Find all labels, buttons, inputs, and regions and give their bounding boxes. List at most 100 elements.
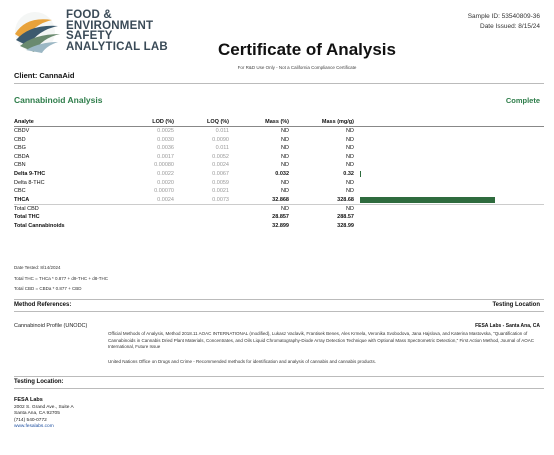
document-title: Certificate of Analysis [218,40,396,59]
sample-id: Sample ID: 53540809-36 [467,13,540,20]
loq-cell: 0.0073 [212,196,229,203]
loq-cell: 0.0024 [212,162,229,169]
mass-mg-cell: ND [346,179,354,186]
table-header: Analyte LOD (%) LOQ (%) Mass (%) Mass (m… [14,117,544,127]
table-row: CBG 0.0036 0.011 ND ND [14,144,544,153]
mass-mg-cell: ND [346,128,354,134]
col-mass-pct: Mass (%) [265,119,289,125]
lod-cell: 0.0036 [157,145,174,152]
method-reference-unodc: United Nations Office on Drugs and Crime… [108,359,377,364]
mass-mg-cell: ND [346,162,354,169]
cannabinoid-table: Analyte LOD (%) LOQ (%) Mass (%) Mass (m… [14,117,544,230]
mass-mg-cell: ND [346,188,354,195]
date-issued: Date Issued: 8/15/24 [480,23,540,30]
lod-cell: 0.0030 [157,136,174,143]
table-row: Total Cannabinoids 32.899 328.99 [14,222,544,231]
analyte-cell: Total THC [14,213,40,220]
table-row: CBDV 0.0025 0.011 ND ND [14,127,544,136]
table-row: CBC 0.00070 0.0021 ND ND [14,187,544,196]
loq-cell: 0.0052 [212,153,229,160]
mass-pct-cell: ND [281,145,289,152]
lod-cell: 0.0025 [157,128,174,134]
mass-pct-cell: ND [281,136,289,143]
loq-cell: 0.011 [215,145,229,152]
mass-mg-cell: 328.99 [337,222,354,229]
method-reference-aoac: Official Methods of Analysis, Method 201… [108,331,534,349]
loq-cell: 0.011 [215,128,229,134]
method-lab: FESA Labs - Santa Ana, CA [475,323,540,329]
analyte-cell: Delta 9-THC [14,170,46,177]
analyte-cell: CBC [14,188,26,195]
date-tested: Date Tested: 8/14/2024 [14,265,61,270]
method-references-heading: Method References: [14,302,72,308]
mass-mg-cell: ND [346,153,354,160]
table-row: Total CBD ND ND [14,204,544,213]
mass-pct-cell: ND [281,179,289,186]
mass-pct-cell: 32.899 [272,222,289,229]
website-link[interactable]: www.fesalabs.com [14,424,54,429]
section-title: Cannabinoid Analysis [14,95,103,105]
analyte-cell: CBD [14,136,26,143]
client-name: Client: CannaAid [14,71,75,80]
table-row: Delta 9-THC 0.0022 0.0067 0.032 0.32 [14,170,544,179]
method-name: Cannabinoid Profile (UNODC) [14,323,88,329]
table-row: THCA 0.0024 0.0073 32.868 328.68 [14,196,544,205]
mass-pct-cell: 32.868 [272,196,289,203]
mass-pct-cell: 28.857 [272,213,289,220]
mass-pct-cell: ND [281,162,289,169]
analyte-cell: CBDA [14,153,30,160]
mass-pct-cell: ND [281,128,289,134]
mass-mg-cell: 328.68 [337,196,354,203]
divider [14,299,544,300]
loq-cell: 0.0021 [212,188,229,195]
lod-cell: 0.00080 [154,162,174,169]
col-analyte: Analyte [14,119,34,125]
loq-cell: 0.0059 [212,179,229,186]
testing-lab-name: FESA Labs [14,397,43,403]
analyte-cell: CBG [14,145,26,152]
table-body: CBDV 0.0025 0.011 ND ND CBD 0.0030 0.0090 ND ND CB… [14,127,544,230]
col-lod: LOD (%) [152,119,174,125]
analyte-cell: Delta 8-THC [14,179,45,186]
lod-cell: 0.00070 [154,188,174,195]
mass-pct-cell: ND [281,188,289,195]
col-loq: LOQ (%) [207,119,229,125]
mass-pct-cell: 0.032 [275,170,289,177]
testing-lab-address: 2002 S. Grand Ave., Suite A Santa Ana, C… [14,405,74,430]
table-row: Delta 8-THC 0.0020 0.0059 ND ND [14,179,544,188]
mass-mg-cell: ND [346,145,354,152]
mass-bar [360,197,495,203]
table-row: CBDA 0.0017 0.0052 ND ND [14,153,544,162]
disclaimer: For R&D Use Only - Not a California Comp… [237,65,357,70]
loq-cell: 0.0067 [212,170,229,177]
mass-mg-cell: ND [346,136,354,143]
status-label: Complete [505,96,540,105]
divider [14,311,544,312]
table-row: CBN 0.00080 0.0024 ND ND [14,161,544,170]
mass-bar [360,171,362,178]
analyte-cell: THCA [14,196,30,203]
lod-cell: 0.0020 [157,179,174,186]
sample-meta: Sample ID: 53540809-36 Date Issued: 8/15… [468,12,540,32]
analyte-cell: CBN [14,162,26,169]
testing-location-heading: Testing Location [492,302,540,308]
divider [14,83,544,84]
lod-cell: 0.0017 [157,153,174,160]
total-cbd-formula: Total CBD = CBDa * 0.877 + CBD [14,286,82,291]
analyte-cell: CBDV [14,128,30,134]
divider [14,388,544,389]
lod-cell: 0.0022 [157,170,174,177]
mass-mg-cell: 0.32 [343,170,354,177]
loq-cell: 0.0090 [212,136,229,143]
mass-mg-cell: 288.57 [337,213,354,220]
analyte-cell: Total Cannabinoids [14,222,65,229]
divider [14,376,544,377]
mass-pct-cell: ND [281,153,289,160]
table-row: CBD 0.0030 0.0090 ND ND [14,136,544,145]
col-mass-mg: Mass (mg/g) [321,119,354,125]
footnotes: Date Tested: 8/14/2024 Total THC = THCa … [14,263,108,295]
table-row: Total THC 28.857 288.57 [14,213,544,222]
testing-location-title: Testing Location: [14,379,64,385]
total-thc-formula: Total THC = THCa * 0.877 + d9-THC + d8-T… [14,275,108,281]
lod-cell: 0.0024 [157,196,174,203]
